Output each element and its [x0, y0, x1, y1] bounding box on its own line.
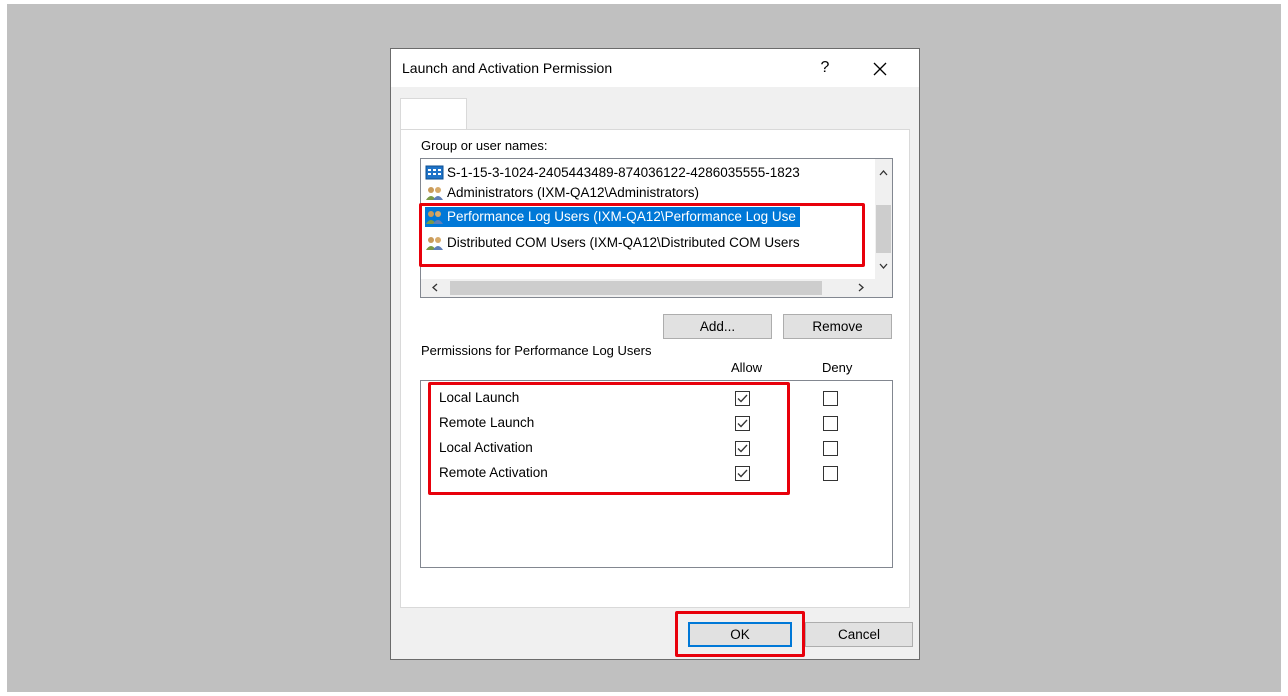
horizontal-scroll-thumb[interactable]	[450, 281, 822, 295]
permissions-label: Permissions for Performance Log Users	[421, 343, 652, 358]
vertical-scroll-thumb[interactable]	[876, 205, 891, 253]
scroll-left-arrow-icon[interactable]	[421, 279, 449, 297]
allow-column-header: Allow	[731, 360, 763, 375]
scrollbar-corner	[875, 279, 892, 297]
highlight-box-ok-button	[675, 611, 805, 657]
scroll-down-arrow-icon[interactable]	[875, 252, 892, 280]
horizontal-scrollbar[interactable]	[421, 279, 892, 297]
cancel-button[interactable]: Cancel	[805, 622, 913, 647]
scroll-up-arrow-icon[interactable]	[875, 159, 892, 187]
deny-checkbox-local-activation[interactable]	[823, 441, 838, 456]
users-group-icon	[426, 187, 443, 201]
deny-checkbox-remote-launch[interactable]	[823, 416, 838, 431]
help-button[interactable]: ?	[803, 54, 847, 82]
highlight-box-selected-groups	[419, 203, 865, 267]
close-button[interactable]	[857, 54, 903, 82]
add-button[interactable]: Add...	[663, 314, 772, 339]
deny-column-header: Deny	[822, 360, 853, 375]
package-sid-icon	[425, 165, 444, 180]
list-item[interactable]: S-1-15-3-1024-2405443489-874036122-42860…	[425, 163, 804, 183]
dialog-title: Launch and Activation Permission	[402, 60, 613, 76]
deny-checkbox-remote-activation[interactable]	[823, 466, 838, 481]
tab-security[interactable]	[400, 98, 467, 130]
list-item[interactable]: Administrators (IXM-QA12\Administrators)	[425, 183, 703, 203]
vertical-scrollbar[interactable]	[875, 159, 892, 280]
deny-checkbox-local-launch[interactable]	[823, 391, 838, 406]
title-bar: Launch and Activation Permission ?	[391, 49, 919, 87]
close-icon	[873, 62, 887, 76]
scroll-right-arrow-icon[interactable]	[847, 279, 875, 297]
group-names-label: Group or user names:	[421, 138, 548, 153]
highlight-box-permissions	[428, 382, 790, 495]
remove-button[interactable]: Remove	[783, 314, 892, 339]
